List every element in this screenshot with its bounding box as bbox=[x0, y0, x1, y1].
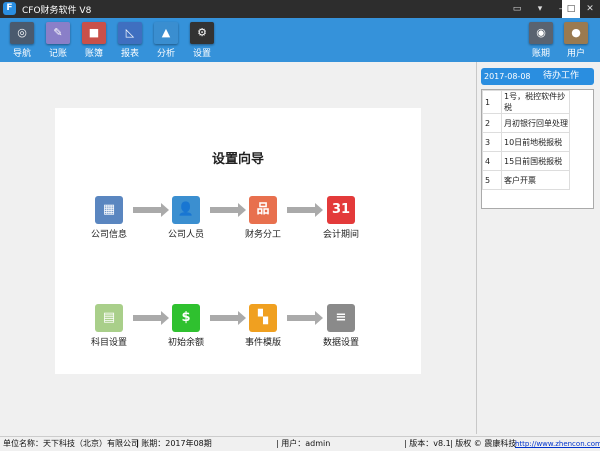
toolbar: ◎ 导航 ✎ 记账 ■ 账簿 ◺ 报表 ▲ 分析 ⚙ 设置 ◉ 账期 ● 用户 bbox=[0, 18, 600, 62]
toolbar-label: 用户 bbox=[566, 49, 585, 59]
calendar-icon: 31 bbox=[327, 196, 355, 224]
setup-wizard-panel: 设置向导 ▦ 公司信息 👤 公司人员 品财务分工 31 会计期间 ▤ 科目设置 $ 初始余额 ▚ 事件模… bbox=[55, 108, 421, 374]
menu-icon[interactable]: ▾ bbox=[530, 0, 550, 18]
toolbar-label: 导航 bbox=[12, 49, 31, 59]
toolbar-ledger-button[interactable]: ■ 账簿 bbox=[77, 22, 111, 59]
todo-date: 2017-08-08 bbox=[484, 72, 531, 81]
toolbar-settings-button[interactable]: ⚙ 设置 bbox=[185, 22, 219, 59]
wizard-step[interactable]: ▚ 事件模版 bbox=[238, 304, 288, 348]
user-icon: ● bbox=[564, 22, 588, 44]
close-button[interactable]: ✕ bbox=[580, 0, 600, 18]
wizard-step[interactable]: 品财务分工 bbox=[238, 196, 288, 240]
window-title: CFO财务软件 V8 bbox=[22, 6, 92, 16]
book-icon: ■ bbox=[82, 22, 106, 44]
todo-text: 1号，税控软件抄税 bbox=[501, 90, 570, 114]
price-tag-icon: $ bbox=[172, 304, 200, 332]
status-company: 单位名称：天下科技（北京）有限公司 bbox=[3, 439, 139, 448]
toolbar-report-button[interactable]: ◺ 报表 bbox=[113, 22, 147, 59]
wizard-step-label: 财务分工 bbox=[244, 230, 281, 240]
status-bar: 单位名称：天下科技（北京）有限公司 | 账期：2017年08期 | 用户：adm… bbox=[0, 436, 600, 451]
wizard-step[interactable]: $ 初始余额 bbox=[161, 304, 211, 348]
org-chart-icon: 品 bbox=[249, 196, 277, 224]
todo-item[interactable]: 2 月初银行回单处理 bbox=[482, 113, 570, 133]
wizard-step-label: 公司人员 bbox=[167, 230, 204, 240]
toolbar-nav-button[interactable]: ◎ 导航 bbox=[5, 22, 39, 59]
toolbar-period-button[interactable]: ◉ 账期 bbox=[524, 22, 558, 59]
toolbar-bookkeeping-button[interactable]: ✎ 记账 bbox=[41, 22, 75, 59]
title-bar: F CFO财务软件 V8 ▭ ▾ – □ ✕ bbox=[0, 0, 600, 18]
wizard-step[interactable]: ≡ 数据设置 bbox=[316, 304, 366, 348]
arrow-right-icon bbox=[133, 203, 169, 217]
building-icon: ▦ bbox=[95, 196, 123, 224]
todo-item[interactable]: 4 15日前国税报税 bbox=[482, 151, 570, 171]
arrow-right-icon bbox=[287, 311, 323, 325]
wizard-step-label: 数据设置 bbox=[322, 338, 359, 348]
wizard-title: 设置向导 bbox=[211, 152, 264, 167]
status-version: | 版本：v8.1 bbox=[404, 439, 451, 448]
wizard-step[interactable]: ▦ 公司信息 bbox=[84, 196, 134, 240]
toolbar-label: 账簿 bbox=[84, 49, 103, 59]
todo-no: 3 bbox=[482, 132, 502, 152]
website-link[interactable]: http://www.zhencon.com bbox=[515, 437, 600, 451]
arrow-right-icon bbox=[287, 203, 323, 217]
compass-icon: ◎ bbox=[10, 22, 34, 44]
status-copyright: | 版权 © 震康科技 bbox=[450, 439, 517, 448]
splitter[interactable] bbox=[476, 62, 477, 434]
wizard-step-label: 会计期间 bbox=[322, 230, 359, 240]
report-icon: ◺ bbox=[118, 22, 142, 44]
toolbar-label: 分析 bbox=[156, 49, 175, 59]
pencil-icon: ✎ bbox=[46, 22, 70, 44]
todo-text: 15日前国税报税 bbox=[501, 151, 570, 171]
wizard-step-label: 科目设置 bbox=[90, 338, 127, 348]
toolbar-user-button[interactable]: ● 用户 bbox=[559, 22, 593, 59]
skin-icon[interactable]: ▭ bbox=[507, 0, 527, 18]
todo-item[interactable]: 3 10日前地税报税 bbox=[482, 132, 570, 152]
gear-icon: ⚙ bbox=[190, 22, 214, 44]
todo-text: 客户开票 bbox=[501, 170, 570, 190]
todo-item[interactable]: 5 客户开票 bbox=[482, 170, 570, 190]
wizard-step[interactable]: ▤ 科目设置 bbox=[84, 304, 134, 348]
toolbar-label: 账期 bbox=[531, 49, 550, 59]
todo-item[interactable]: 1 1号，税控软件抄税 bbox=[482, 90, 570, 114]
status-period: | 账期：2017年08期 bbox=[136, 439, 212, 448]
wizard-step-label: 公司信息 bbox=[90, 230, 127, 240]
todo-text: 月初银行回单处理 bbox=[501, 113, 570, 133]
analysis-icon: ▲ bbox=[154, 22, 178, 44]
toolbar-label: 记账 bbox=[48, 49, 67, 59]
todo-no: 5 bbox=[482, 170, 502, 190]
status-user: | 用户：admin bbox=[276, 439, 331, 448]
wizard-step[interactable]: 👤 公司人员 bbox=[161, 196, 211, 240]
blocks-icon: ▚ bbox=[249, 304, 277, 332]
wizard-step[interactable]: 31 会计期间 bbox=[316, 196, 366, 240]
wizard-step-label: 初始余额 bbox=[167, 338, 204, 348]
arrow-right-icon bbox=[210, 203, 246, 217]
toolbar-label: 设置 bbox=[192, 49, 211, 59]
database-icon: ≡ bbox=[327, 304, 355, 332]
clock-icon: ◉ bbox=[529, 22, 553, 44]
arrow-right-icon bbox=[210, 311, 246, 325]
arrow-right-icon bbox=[133, 311, 169, 325]
todo-no: 2 bbox=[482, 113, 502, 133]
maximize-button[interactable]: □ bbox=[562, 0, 580, 18]
toolbar-label: 报表 bbox=[120, 49, 139, 59]
toolbar-analysis-button[interactable]: ▲ 分析 bbox=[149, 22, 183, 59]
app-logo-icon: F bbox=[3, 2, 16, 15]
todo-no: 4 bbox=[482, 151, 502, 171]
todo-title: 待办工作 bbox=[543, 71, 580, 81]
ledger-icon: ▤ bbox=[95, 304, 123, 332]
todo-header: 2017-08-08 待办工作 bbox=[481, 68, 594, 85]
wizard-step-label: 事件模版 bbox=[244, 338, 281, 348]
todo-list: 1 1号，税控软件抄税 2 月初银行回单处理 3 10日前地税报税 4 15日前国税报税 5 客户… bbox=[481, 89, 594, 209]
todo-no: 1 bbox=[482, 90, 502, 114]
person-icon: 👤 bbox=[172, 196, 200, 224]
todo-text: 10日前地税报税 bbox=[501, 132, 570, 152]
